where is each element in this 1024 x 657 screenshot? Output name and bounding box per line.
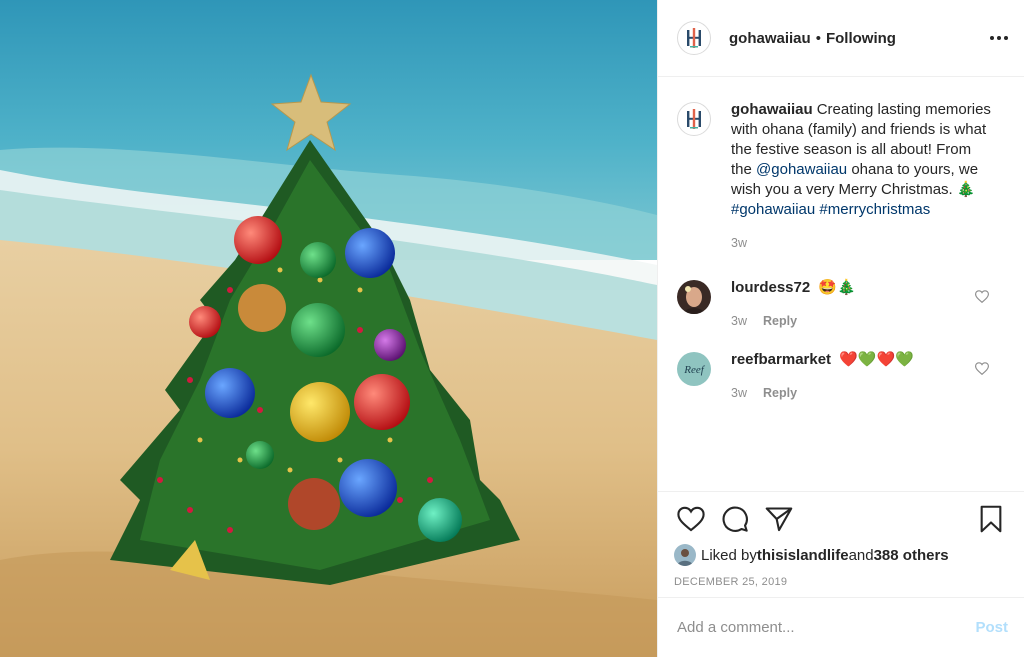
header-separator: • [815, 29, 821, 47]
post-photo[interactable] [0, 0, 657, 657]
likes-middle: and [848, 546, 874, 564]
liker-username[interactable]: thisislandlife [757, 547, 849, 564]
lourdess72-avatar[interactable] [677, 280, 711, 314]
like-button[interactable] [674, 502, 708, 536]
post-header: gohawaiiau • Following [658, 0, 1024, 77]
caption-row: gohawaiiau Creating lasting memories with… [677, 100, 1008, 250]
user-photo-icon [677, 280, 711, 314]
likes-summary: Liked by thisislandlife and 388 others [674, 544, 1008, 566]
comment-content: ❤️💚❤️💚 [839, 351, 914, 368]
hashtag-link[interactable]: #gohawaiiau [731, 201, 815, 218]
reef-logo-icon: Reef [677, 352, 711, 386]
reply-button[interactable]: Reply [763, 314, 797, 328]
liker-avatar[interactable] [674, 544, 696, 566]
comment-time[interactable]: 3w [731, 314, 747, 328]
comment-username[interactable]: lourdess72 [731, 279, 810, 296]
comment-body: reefbarmarket ❤️💚❤️💚 3w Reply [731, 350, 914, 400]
comment-text: reefbarmarket ❤️💚❤️💚 [731, 350, 914, 370]
comment-button[interactable] [718, 502, 752, 536]
action-icons-row [674, 502, 1008, 536]
header-username[interactable]: gohawaiiau [729, 30, 811, 47]
caption-time[interactable]: 3w [731, 236, 747, 250]
hi-logo-icon [687, 28, 701, 48]
more-dot [990, 36, 994, 40]
save-button[interactable] [974, 502, 1008, 536]
comment-text: lourdess72 🤩🎄 [731, 278, 856, 298]
more-icon[interactable] [990, 28, 1008, 48]
likes-others[interactable]: 388 others [874, 547, 949, 564]
caption-avatar[interactable] [677, 102, 711, 136]
user-photo-icon [674, 544, 696, 566]
share-button[interactable] [762, 502, 796, 536]
comment-like-heart-icon[interactable] [975, 362, 989, 375]
comment-meta: 3w Reply [731, 386, 914, 400]
comment-username[interactable]: reefbarmarket [731, 351, 831, 368]
comments-section[interactable]: gohawaiiau Creating lasting memories with… [658, 78, 1024, 491]
caption-meta: 3w [731, 236, 993, 250]
comment-row: lourdess72 🤩🎄 3w Reply [677, 278, 1008, 328]
comment-row: Reef reefbarmarket ❤️💚❤️💚 3w Reply [677, 350, 1008, 400]
caption-block: gohawaiiau Creating lasting memories with… [731, 100, 993, 250]
bookmark-icon [980, 505, 1002, 533]
comment-like-heart-icon[interactable] [975, 290, 989, 303]
caption-username[interactable]: gohawaiiau [731, 101, 813, 118]
more-dot [997, 36, 1001, 40]
comment-content: 🤩🎄 [818, 279, 856, 296]
actions-area: Liked by thisislandlife and 388 others D… [658, 491, 1024, 588]
comment-meta: 3w Reply [731, 314, 856, 328]
likes-prefix: Liked by [701, 546, 757, 564]
comment-input[interactable] [677, 619, 976, 636]
caption-text: gohawaiiau Creating lasting memories with… [731, 100, 993, 220]
following-button[interactable]: Following [826, 30, 896, 47]
more-dot [1004, 36, 1008, 40]
share-icon [765, 507, 793, 532]
comment-icon [722, 506, 748, 532]
reefbarmarket-avatar[interactable]: Reef [677, 352, 711, 386]
gohawaiiau-avatar[interactable] [677, 21, 711, 55]
comment-time[interactable]: 3w [731, 386, 747, 400]
post-side-panel: gohawaiiau • Following gohawaiiau Creatin… [657, 0, 1024, 657]
reef-logo-text: Reef [683, 364, 705, 376]
hi-logo-icon [687, 109, 701, 129]
reply-button[interactable]: Reply [763, 386, 797, 400]
heart-icon [677, 506, 705, 532]
post-button[interactable]: Post [975, 619, 1008, 636]
christmas-tree-beach-photo [0, 0, 657, 657]
post-date[interactable]: DECEMBER 25, 2019 [674, 576, 1008, 588]
comment-body: lourdess72 🤩🎄 3w Reply [731, 278, 856, 328]
add-comment-bar: Post [658, 597, 1024, 657]
hashtag-link[interactable]: #merrychristmas [819, 201, 930, 218]
mention-link[interactable]: @gohawaiiau [756, 161, 847, 178]
